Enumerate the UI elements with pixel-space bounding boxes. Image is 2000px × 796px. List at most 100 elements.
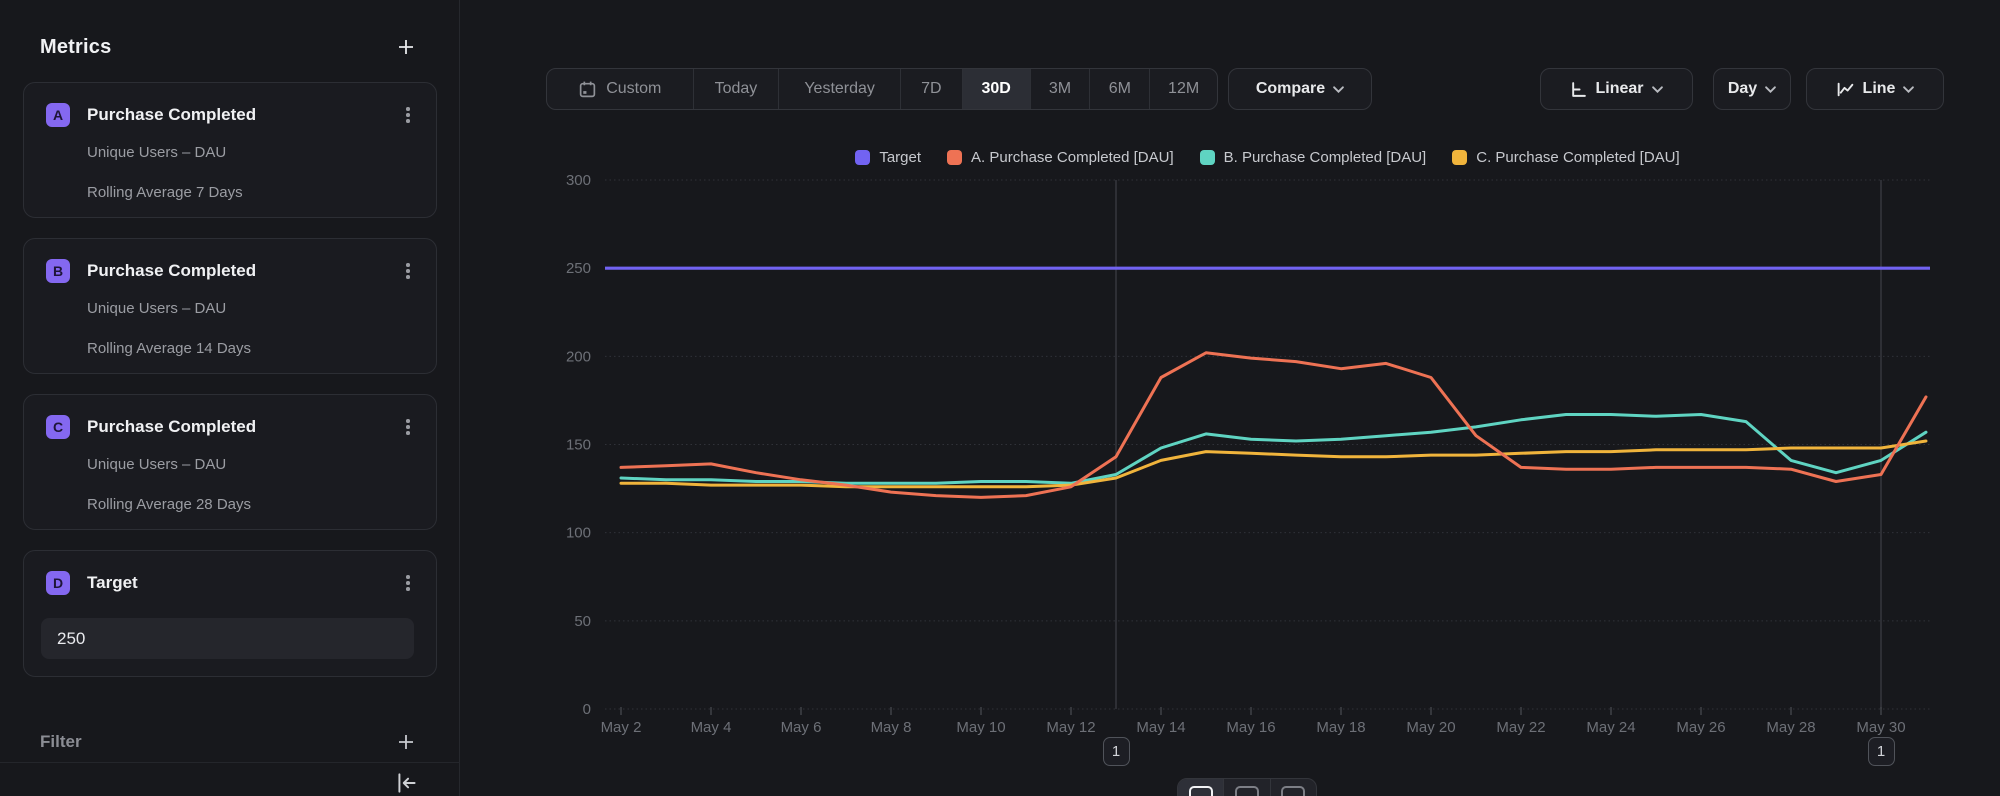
metric-card-header: CPurchase Completed (46, 415, 416, 439)
compare-button[interactable]: Compare (1228, 68, 1372, 110)
x-axis-label: May 4 (691, 719, 732, 736)
chart-type-select-button[interactable]: Line (1806, 68, 1944, 110)
y-axis-label: 200 (566, 348, 591, 365)
line-chart-icon (1836, 81, 1855, 98)
chevron-down-icon (1903, 86, 1914, 93)
time-range-yesterday[interactable]: Yesterday (778, 69, 900, 109)
time-range-6m[interactable]: 6M (1089, 69, 1149, 109)
sidebar-header: Metrics (40, 34, 419, 60)
metric-card-header: B Purchase Completed (46, 259, 416, 283)
metric-card-header: D Target (46, 571, 416, 595)
time-range-label: Custom (606, 80, 661, 98)
scale-select-button[interactable]: Linear (1540, 68, 1693, 110)
time-range-label: 30D (981, 80, 1010, 98)
collapse-sidebar-button[interactable] (394, 770, 420, 796)
kebab-menu-icon[interactable] (400, 572, 416, 594)
metric-card-a[interactable]: APurchase Completed Unique Users – DAU Rol… (23, 82, 437, 218)
x-axis-label: May 12 (1046, 719, 1095, 736)
chevron-down-icon (1333, 86, 1344, 93)
calendar-icon (578, 80, 597, 99)
metric-aggregation: Rolling Average 7 Days (87, 184, 243, 201)
legend-item-c[interactable]: C. Purchase Completed [DAU] (1452, 149, 1679, 166)
metric-letter-badge: D (46, 571, 70, 595)
x-axis-label: May 6 (781, 719, 822, 736)
time-range-today[interactable]: Today (693, 69, 779, 109)
linear-axis-icon (1570, 81, 1587, 98)
add-filter-button[interactable] (393, 729, 419, 755)
x-axis-label: May 28 (1766, 719, 1815, 736)
x-axis-label: May 16 (1226, 719, 1275, 736)
target-value-input[interactable] (41, 618, 414, 659)
y-axis-label: 150 (566, 437, 591, 454)
x-axis-label: May 2 (601, 719, 642, 736)
metric-title: Purchase Completed (87, 105, 400, 125)
chevron-down-icon (1765, 86, 1776, 93)
legend-swatch (1200, 150, 1215, 165)
metric-letter-badge: C (46, 415, 70, 439)
time-range-label: Yesterday (804, 80, 875, 98)
plus-icon (396, 732, 416, 752)
sidebar-divider (0, 762, 460, 763)
time-range-30d[interactable]: 30D (962, 69, 1030, 109)
plus-icon (396, 37, 416, 57)
time-range-control: Custom Today Yesterday 7D 30D 3M 6M 12M (546, 68, 1218, 110)
y-axis-label: 250 (566, 260, 591, 277)
metric-card-d[interactable]: D Target (23, 550, 437, 677)
legend-label: C. Purchase Completed [DAU] (1476, 149, 1679, 166)
kebab-menu-icon[interactable] (400, 416, 416, 438)
legend-item-target[interactable]: Target (855, 149, 921, 166)
legend-swatch (855, 150, 870, 165)
table-view-icon (1235, 786, 1259, 796)
time-range-custom[interactable]: Custom (547, 69, 693, 109)
y-axis-label: 100 (566, 525, 591, 542)
metrics-section-title: Metrics (40, 36, 111, 59)
chevron-down-icon (1652, 86, 1663, 93)
x-axis-label: May 18 (1316, 719, 1365, 736)
view-summary-tab[interactable] (1270, 779, 1316, 796)
sidebar: Metrics APurchase Completed Unique Users … (0, 0, 460, 796)
series-line-a (621, 353, 1926, 498)
y-axis-label: 0 (583, 701, 591, 718)
legend-item-a[interactable]: A. Purchase Completed [DAU] (947, 149, 1174, 166)
legend-label: A. Purchase Completed [DAU] (971, 149, 1174, 166)
compare-label: Compare (1256, 80, 1325, 98)
scale-label: Linear (1595, 80, 1643, 98)
legend-label: B. Purchase Completed [DAU] (1224, 149, 1427, 166)
legend-swatch (1452, 150, 1467, 165)
metric-subtitle: Unique Users – DAU (87, 144, 226, 161)
granularity-select-button[interactable]: Day (1713, 68, 1791, 110)
x-axis-label: May 24 (1586, 719, 1635, 736)
time-range-label: 6M (1109, 80, 1131, 98)
series-line-c (621, 441, 1926, 487)
time-range-7d[interactable]: 7D (900, 69, 962, 109)
metric-card-b[interactable]: BPurchase CompletedUnique Users – DAURol… (23, 238, 437, 374)
y-axis-label: 50 (574, 613, 591, 630)
kebab-menu-icon[interactable] (400, 260, 416, 282)
time-range-3m[interactable]: 3M (1030, 69, 1090, 109)
y-axis-label: 300 (566, 172, 591, 189)
view-chart-tab[interactable] (1178, 779, 1223, 796)
x-axis-label: May 8 (871, 719, 912, 736)
time-range-label: 12M (1168, 80, 1199, 98)
metric-card-c[interactable]: CPurchase CompletedUnique Users – DAURol… (23, 394, 437, 530)
metric-letter-badge: B (46, 259, 70, 283)
collapse-panel-icon (394, 770, 420, 796)
time-range-label: 7D (921, 80, 941, 98)
kebab-menu-icon[interactable] (400, 104, 416, 126)
time-range-label: Today (715, 80, 758, 98)
annotation-badge[interactable]: 1 (1868, 737, 1895, 766)
legend-label: Target (879, 149, 921, 166)
time-range-12m[interactable]: 12M (1149, 69, 1217, 109)
metric-card-header: APurchase Completed (46, 103, 416, 127)
annotation-badge[interactable]: 1 (1103, 737, 1130, 766)
x-axis-label: May 22 (1496, 719, 1545, 736)
time-range-label: 3M (1049, 80, 1071, 98)
view-table-tab[interactable] (1223, 779, 1269, 796)
metric-title: Target (87, 573, 400, 593)
add-metric-button[interactable] (393, 34, 419, 60)
legend-item-b[interactable]: B. Purchase Completed [DAU] (1200, 149, 1427, 166)
chart-legend: Target A. Purchase Completed [DAU] B. Purc… (605, 149, 1930, 166)
chart-type-label: Line (1863, 80, 1896, 98)
metric-title: Purchase Completed (87, 261, 400, 281)
x-axis: May 2May 4May 6May 8May 10May 12May 14Ma… (601, 707, 1906, 736)
